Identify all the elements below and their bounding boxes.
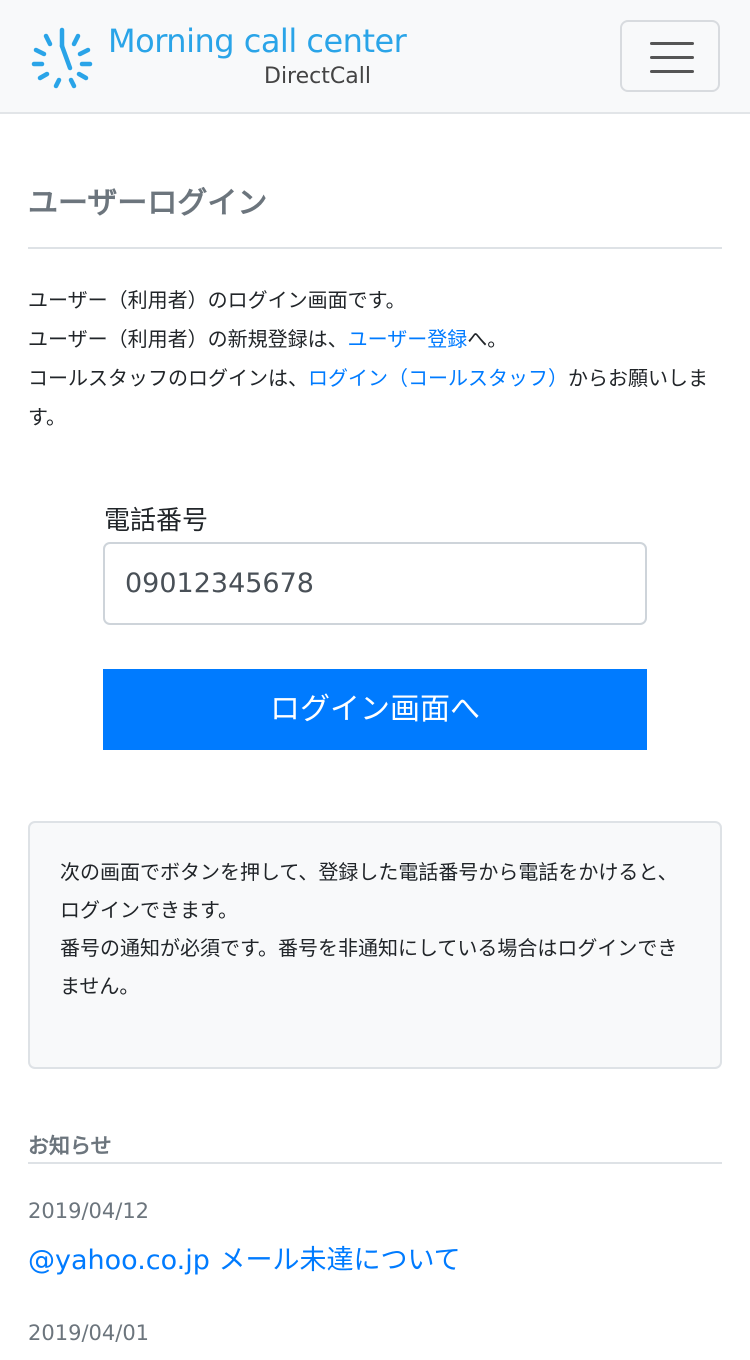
logo-subtitle: DirectCall — [264, 64, 371, 89]
notice-box: 次の画面でボタンを押して、登録した電話番号から電話をかけると、ログインできます。… — [28, 821, 722, 1069]
phone-input[interactable] — [103, 542, 647, 625]
notice-paragraph-1: 次の画面でボタンを押して、登録した電話番号から電話をかけると、ログインできます。 — [60, 860, 678, 922]
intro-line-3-prefix: コールスタッフのログインは、 — [28, 366, 308, 390]
news-item: 2019/04/01 — [28, 1318, 722, 1360]
intro-line-1: ユーザー（利用者）のログイン画面です。 — [28, 288, 406, 312]
news-date: 2019/04/01 — [28, 1321, 150, 1345]
menu-toggle-button[interactable] — [620, 20, 720, 92]
news-item: 2019/04/12 @yahoo.co.jp メール未達について — [28, 1196, 722, 1277]
intro-line-2: ユーザー（利用者）の新規登録は、ユーザー登録へ。 — [28, 320, 728, 359]
sunburst-logo-icon — [31, 27, 93, 89]
page-title: ユーザーログイン — [28, 186, 268, 221]
intro-text: ユーザー（利用者）のログイン画面です。 ユーザー（利用者）の新規登録は、ユーザー… — [28, 281, 728, 437]
news-date: 2019/04/12 — [28, 1199, 150, 1223]
news-link[interactable]: @yahoo.co.jp メール未達について — [28, 1238, 722, 1277]
intro-line-3: コールスタッフのログインは、ログイン（コールスタッフ）からお願いします。 — [28, 359, 728, 437]
intro-line-2-suffix: へ。 — [467, 327, 508, 351]
login-submit-button[interactable]: ログイン画面へ — [103, 669, 647, 750]
notice-paragraph-2: 番号の通知が必須です。番号を非通知にしている場合はログインできません。 — [60, 936, 678, 998]
logo-title: Morning call center — [108, 22, 407, 60]
news-heading: お知らせ — [28, 1134, 112, 1158]
notice-text: 次の画面でボタンを押して、登録した電話番号から電話をかけると、ログインできます。… — [60, 853, 696, 1005]
user-registration-link[interactable]: ユーザー登録 — [348, 327, 468, 351]
news-divider — [28, 1162, 722, 1164]
title-divider — [28, 247, 722, 249]
intro-line-2-prefix: ユーザー（利用者）の新規登録は、 — [28, 327, 348, 351]
site-logo[interactable]: Morning call center DirectCall — [28, 22, 408, 94]
phone-label: 電話番号 — [104, 506, 209, 536]
staff-login-link[interactable]: ログイン（コールスタッフ） — [308, 366, 568, 390]
navbar: Morning call center DirectCall — [0, 0, 750, 114]
